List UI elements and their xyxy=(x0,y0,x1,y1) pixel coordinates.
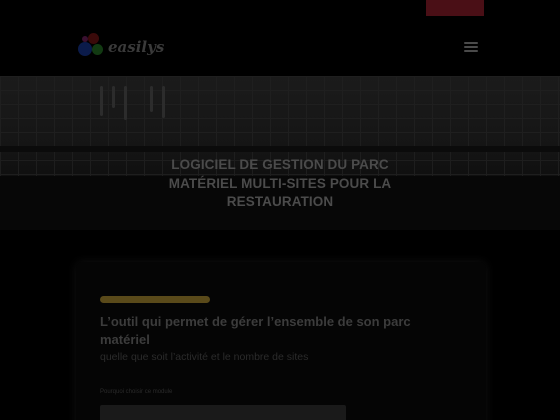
utensil-decoration xyxy=(112,86,115,108)
site-header: easilys xyxy=(0,18,560,76)
module-input[interactable] xyxy=(100,405,346,420)
top-links xyxy=(160,4,400,14)
field-label: Pourquoi choisir ce module xyxy=(100,389,173,395)
hero-title: LOGICIEL DE GESTION DU PARC MATÉRIEL MUL… xyxy=(168,157,392,209)
hero-shelf xyxy=(0,146,560,152)
hero-banner: LOGICIEL DE GESTION DU PARC MATÉRIEL MUL… xyxy=(0,76,560,230)
card-headline: L’outil qui permet de gérer l’ensemble d… xyxy=(100,314,411,347)
utensil-decoration xyxy=(162,86,165,118)
utensil-decoration xyxy=(150,86,153,112)
utensil-decoration xyxy=(124,86,127,120)
intro-card: L’outil qui permet de gérer l’ensemble d… xyxy=(76,262,486,420)
logo-mark-icon xyxy=(76,32,106,62)
top-bar xyxy=(0,0,560,18)
logo[interactable]: easilys xyxy=(76,32,176,62)
section-badge xyxy=(100,296,210,303)
hamburger-menu-icon[interactable] xyxy=(464,42,478,52)
demo-cta-button[interactable] xyxy=(426,0,484,16)
utensil-decoration xyxy=(100,86,103,116)
logo-text: easilys xyxy=(108,38,165,56)
card-subline: quelle que soit l’activité et le nombre … xyxy=(100,351,309,363)
